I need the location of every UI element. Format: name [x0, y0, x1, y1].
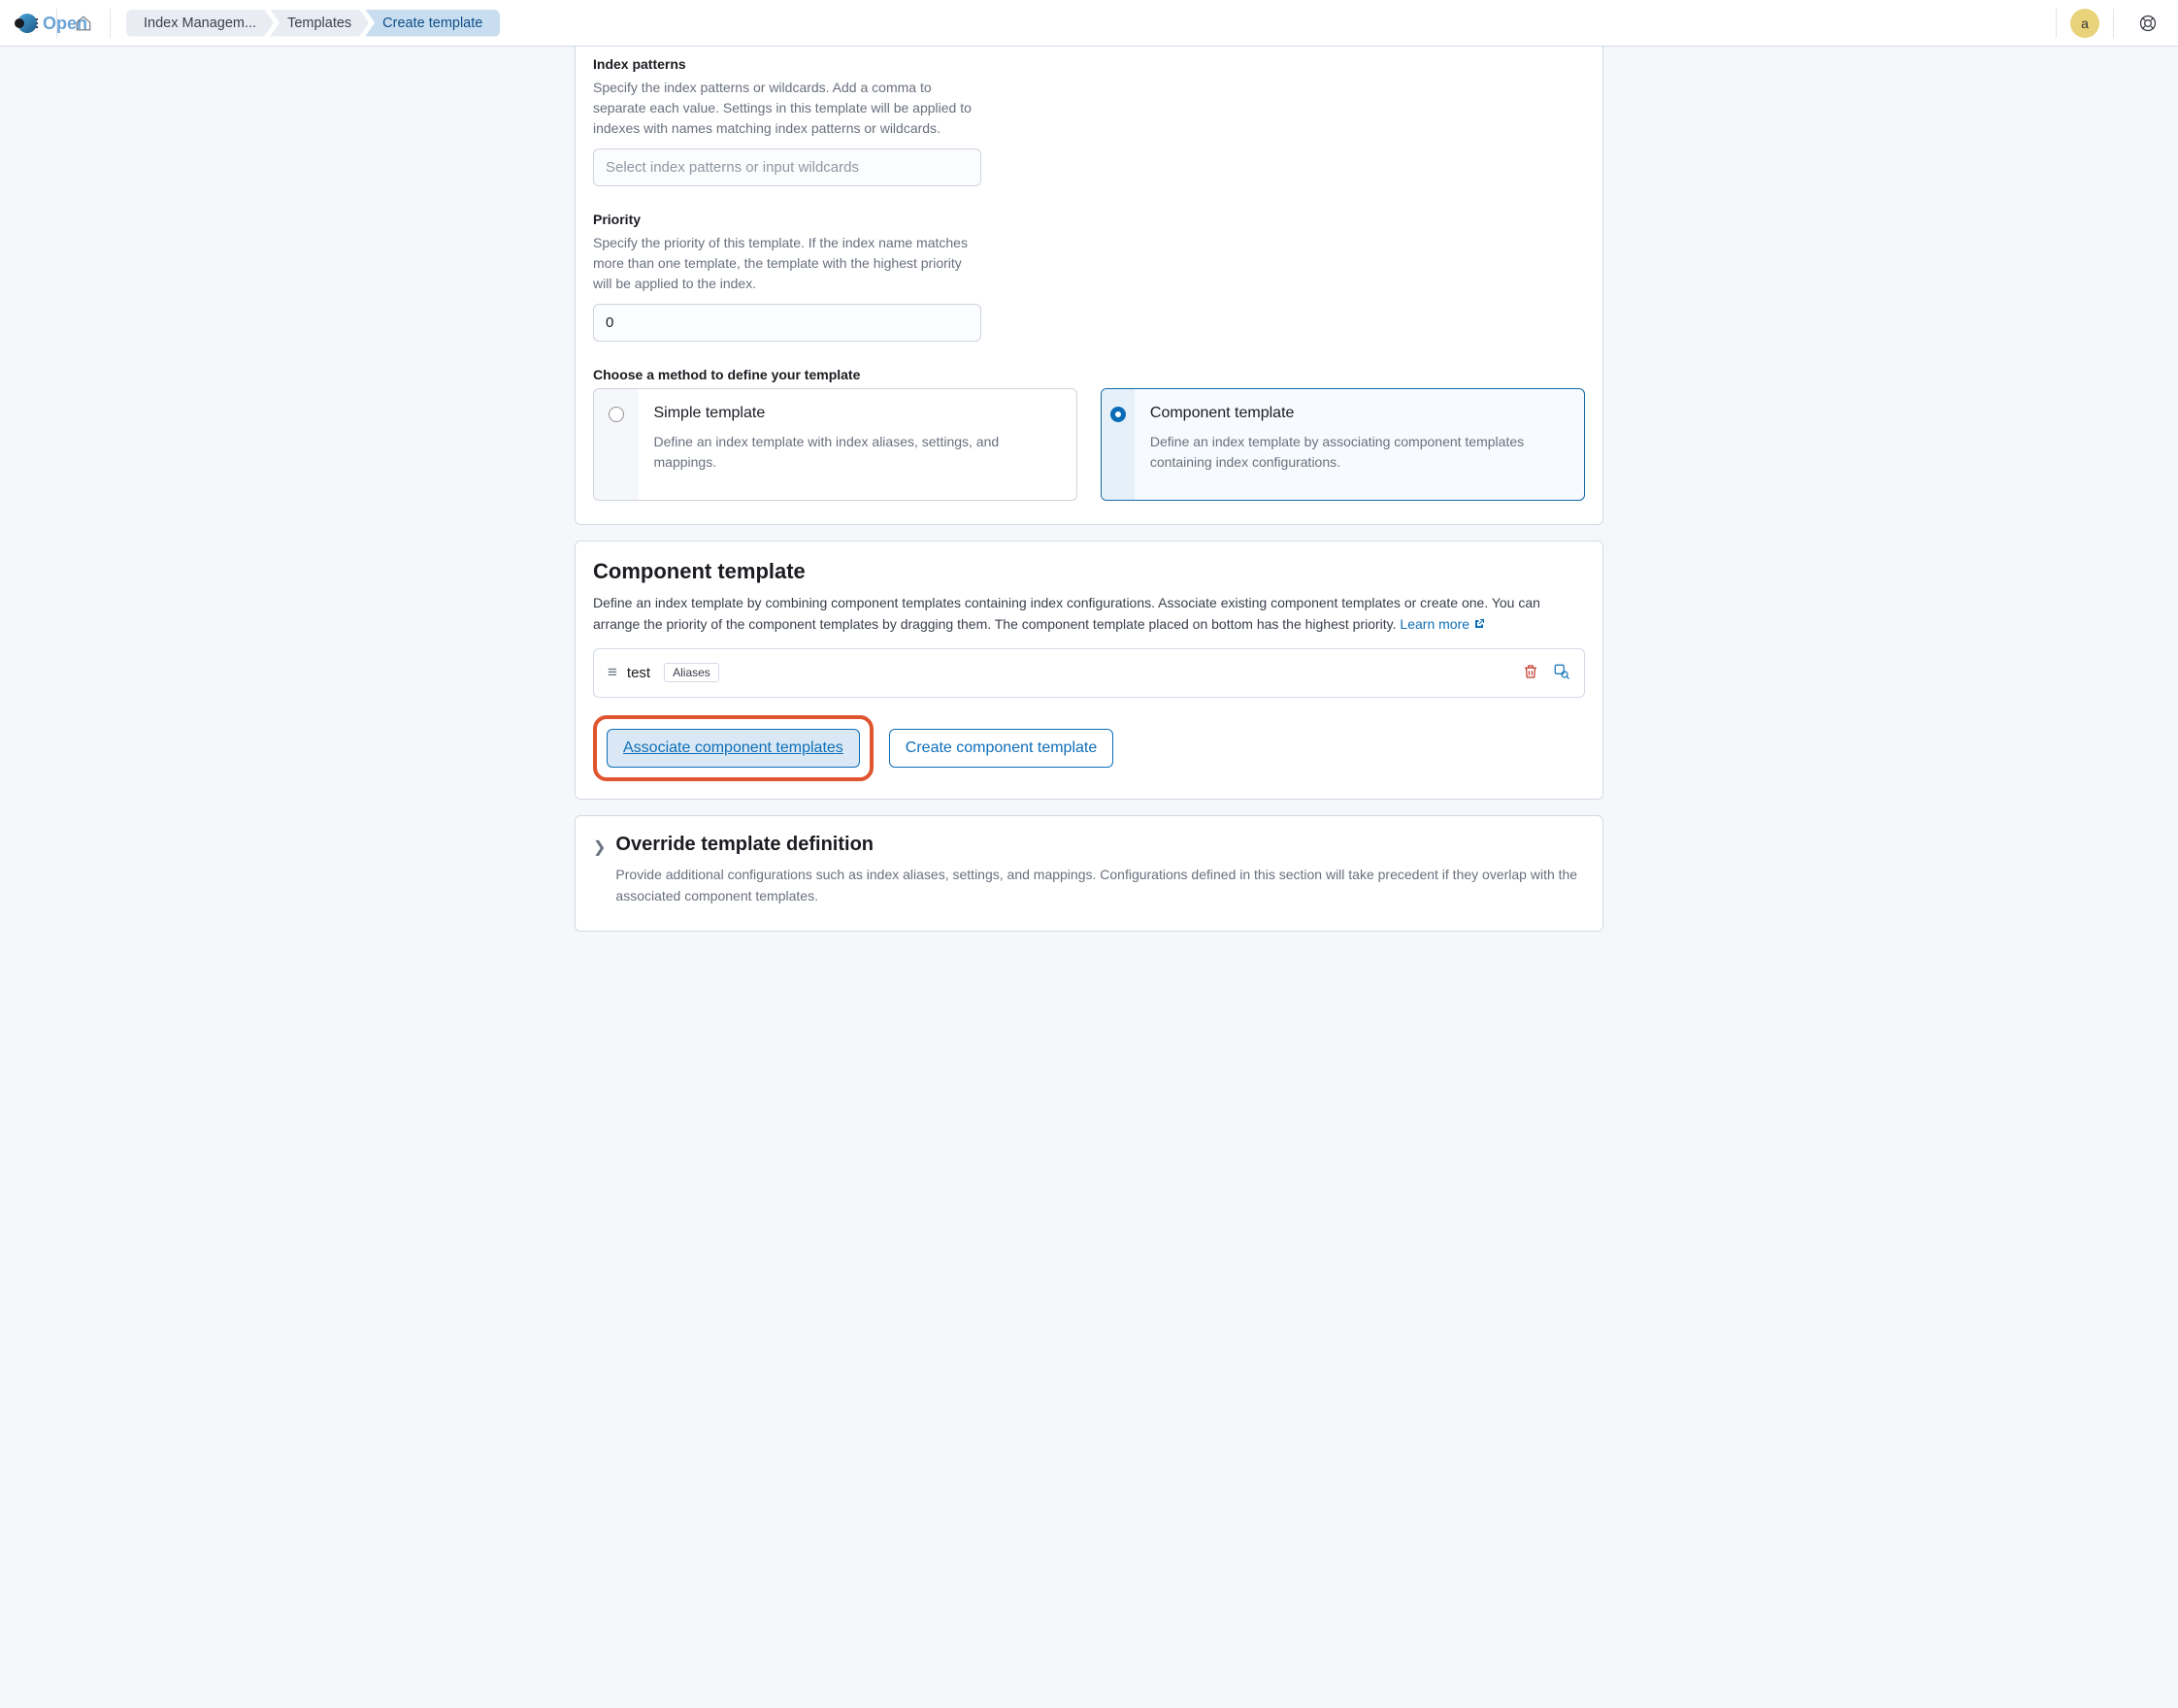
- index-patterns-label: Index patterns: [593, 56, 1585, 72]
- home-button[interactable]: [63, 3, 104, 44]
- index-patterns-help: Specify the index patterns or wildcards.…: [593, 78, 981, 139]
- radio-checked-icon: [1110, 407, 1126, 422]
- divider: [2056, 9, 2057, 38]
- delete-button[interactable]: [1522, 663, 1539, 683]
- avatar[interactable]: a: [2070, 9, 2099, 38]
- inspect-button[interactable]: [1553, 663, 1570, 683]
- radio-simple-template[interactable]: Simple template Define an index template…: [593, 388, 1077, 501]
- component-template-heading: Component template: [593, 559, 1585, 584]
- index-patterns-section: Index patterns Specify the index pattern…: [593, 56, 1585, 186]
- priority-label: Priority: [593, 212, 1585, 227]
- breadcrumb-templates[interactable]: Templates: [270, 10, 369, 37]
- method-label: Choose a method to define your template: [593, 367, 1585, 382]
- radio-simple-desc: Define an index template with index alia…: [654, 432, 1062, 473]
- divider: [2113, 9, 2114, 38]
- radio-component-desc: Define an index template by associating …: [1150, 432, 1568, 473]
- component-name: test: [627, 665, 650, 681]
- nav-row: Index Managem... Templates Create templa…: [0, 0, 2178, 47]
- drag-handle-icon[interactable]: ≡: [608, 663, 613, 682]
- component-row: ≡ test Aliases: [593, 648, 1585, 698]
- override-panel: ❯ Override template definition Provide a…: [575, 815, 1603, 932]
- priority-input[interactable]: 0: [593, 304, 981, 342]
- associate-templates-button[interactable]: Associate component templates: [607, 729, 860, 768]
- create-component-template-button[interactable]: Create component template: [889, 729, 1113, 768]
- radio-component-template[interactable]: Component template Define an index templ…: [1101, 388, 1585, 501]
- override-heading: Override template definition: [615, 834, 1585, 856]
- index-patterns-input[interactable]: Select index patterns or input wildcards: [593, 148, 981, 186]
- radio-simple-title: Simple template: [654, 405, 1062, 422]
- priority-help: Specify the priority of this template. I…: [593, 233, 981, 294]
- external-link-icon: [1473, 614, 1485, 636]
- divider: [110, 9, 111, 38]
- template-settings-panel: Index patterns Specify the index pattern…: [575, 47, 1603, 525]
- breadcrumb-create-template[interactable]: Create template: [365, 10, 500, 37]
- divider: [56, 9, 57, 38]
- breadcrumb-index-management[interactable]: Index Managem...: [126, 10, 274, 37]
- highlight-callout: Associate component templates: [593, 715, 874, 781]
- opensearch-logo-icon: [17, 14, 37, 33]
- radio-component-title: Component template: [1150, 405, 1568, 422]
- aliases-badge: Aliases: [664, 663, 719, 682]
- radio-unchecked-icon: [609, 407, 624, 422]
- override-desc: Provide additional configurations such a…: [615, 864, 1585, 907]
- method-section: Choose a method to define your template …: [593, 367, 1585, 501]
- priority-section: Priority Specify the priority of this te…: [593, 212, 1585, 342]
- component-template-desc: Define an index template by combining co…: [593, 592, 1585, 637]
- learn-more-link[interactable]: Learn more: [1400, 616, 1484, 632]
- component-template-panel: Component template Define an index templ…: [575, 541, 1603, 800]
- help-button[interactable]: [2128, 3, 2168, 44]
- breadcrumb: Index Managem... Templates Create templa…: [130, 10, 500, 37]
- chevron-right-icon[interactable]: ❯: [593, 838, 606, 857]
